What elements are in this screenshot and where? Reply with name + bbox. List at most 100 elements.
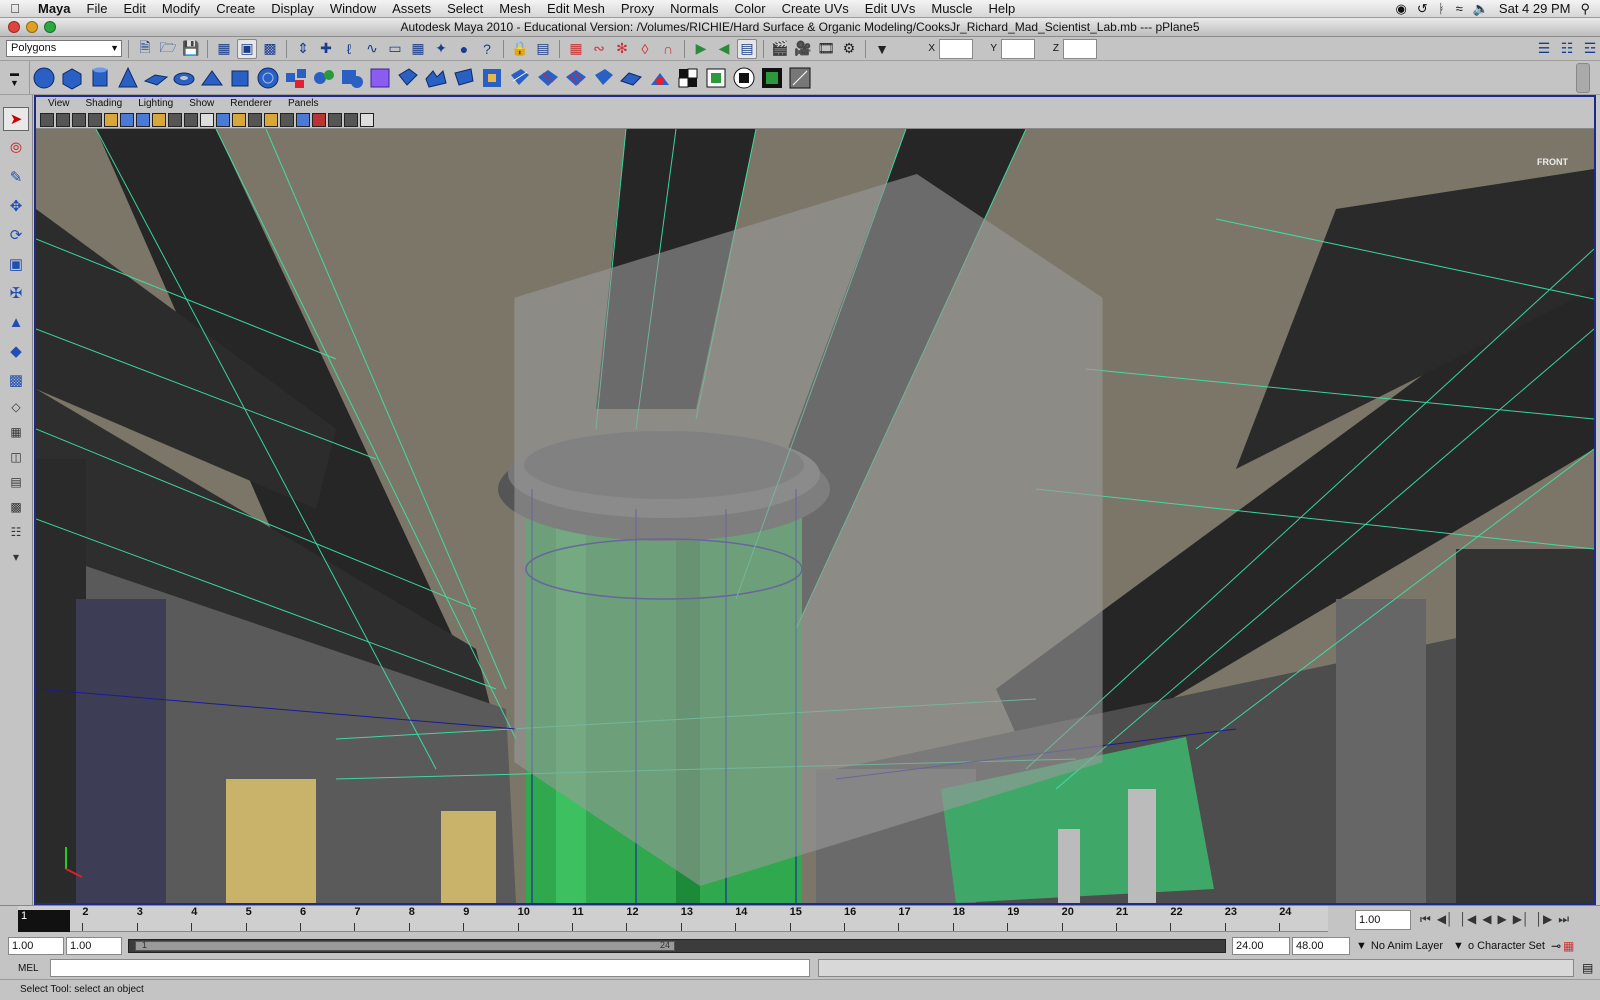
smooth-proxy-icon[interactable] [367,65,393,91]
x-field[interactable] [939,38,973,59]
menu-app-name[interactable]: Maya [30,0,79,18]
play-backwards-icon[interactable]: ◀ [1482,912,1491,927]
move-tool-icon[interactable]: ✥ [3,194,29,218]
poly-cone-icon[interactable] [115,65,141,91]
character-set-dropdown[interactable]: ▼ o Character Set [1449,937,1549,955]
menu-mesh[interactable]: Mesh [491,0,539,18]
step-forward-frame-icon[interactable]: │▶ [1535,912,1552,927]
poly-torus-icon[interactable] [171,65,197,91]
wedge-icon[interactable] [619,65,645,91]
handle-mask-icon[interactable]: ✚ [316,39,336,59]
playback-end-field[interactable]: 24.00 [1232,937,1290,955]
z-field[interactable] [1063,38,1097,59]
new-scene-icon[interactable]: 🗎 [135,39,155,59]
mel-command-input[interactable] [50,959,810,977]
uv-texture-editor-icon[interactable] [787,65,813,91]
anim-layer-dropdown[interactable]: ▼ No Anim Layer [1352,937,1447,955]
save-scene-icon[interactable]: 💾 [181,39,201,59]
cylindrical-map-icon[interactable] [731,65,757,91]
menu-select[interactable]: Select [439,0,491,18]
camera-attributes-icon[interactable] [56,112,70,127]
attribute-editor-toggle-icon[interactable]: ☰ [1534,39,1554,59]
last-used-tool-icon[interactable]: ▩ [3,368,29,392]
menu-edit-uvs[interactable]: Edit UVs [857,0,924,18]
ipr-render-icon[interactable]: 🎞 [816,39,836,59]
viewcube-label[interactable]: FRONT [1537,157,1568,167]
selection-mask-icon[interactable]: ⇕ [293,39,313,59]
channel-box-toggle-icon[interactable]: ☲ [1580,39,1600,59]
four-view-layout-icon[interactable]: ▦ [3,422,29,442]
panel-menu-shading[interactable]: Shading [86,97,123,111]
script-editor-icon[interactable]: ▤ [1582,961,1593,975]
poly-cylinder-icon[interactable] [87,65,113,91]
input-field-mode-icon[interactable]: ▼ [872,39,892,59]
resolution-gate-icon[interactable] [136,112,150,127]
range-handle[interactable]: 1 24 [135,940,675,951]
high-quality-rendering-icon[interactable] [344,112,358,127]
separate-icon[interactable] [311,65,337,91]
open-scene-icon[interactable]: 🗁 [158,39,178,59]
animation-preferences-icon[interactable]: ▦ [1563,939,1574,953]
deformation-mask-icon[interactable]: ▦ [408,39,428,59]
time-slider-track[interactable]: 2 3 4 5 6 7 8 9 10 11 12 13 14 15 16 17 18 19 20 21 22 23 24 [18,906,1328,932]
soft-modification-tool-icon[interactable]: ▲ [3,310,29,334]
bookmarks-icon[interactable] [72,112,86,127]
animation-end-field[interactable]: 48.00 [1292,937,1350,955]
minimize-window-icon[interactable] [26,21,38,33]
rotate-tool-icon[interactable]: ⟳ [3,223,29,247]
select-camera-icon[interactable] [40,112,54,127]
persp-graph-layout-icon[interactable]: ▤ [3,472,29,492]
dynamics-mask-icon[interactable]: ✦ [431,39,451,59]
checker-uv-icon[interactable] [675,65,701,91]
menu-set-dropdown[interactable]: Polygons ▼ [6,40,122,57]
select-by-object-icon[interactable]: ▣ [237,38,257,59]
panel-menu-view[interactable]: View [48,97,70,111]
menu-proxy[interactable]: Proxy [613,0,662,18]
tool-settings-toggle-icon[interactable]: ☷ [1557,39,1577,59]
persp-graph-hypergraph-layout-icon[interactable]: ☷ [3,522,29,542]
poke-face-icon[interactable] [647,65,673,91]
bluetooth-icon[interactable]: ᛓ [1438,1,1446,16]
panel-menu-lighting[interactable]: Lighting [138,97,173,111]
textured-icon[interactable] [248,112,262,127]
lasso-tool-icon[interactable]: ⦾ [3,136,29,160]
menu-edit[interactable]: Edit [115,0,153,18]
wireframe-on-shaded-icon[interactable] [232,112,246,127]
perspective-outliner-layout-icon[interactable]: ◫ [3,447,29,467]
split-polygon-icon[interactable] [507,65,533,91]
poly-plane-icon[interactable] [143,65,169,91]
step-back-frame-icon[interactable]: ◀│ [1437,912,1454,927]
append-to-polygon-icon[interactable] [451,65,477,91]
y-field[interactable] [1001,38,1035,59]
offset-edge-loop-icon[interactable] [563,65,589,91]
xray-icon[interactable] [296,112,310,127]
safe-action-icon[interactable] [184,112,198,127]
current-time-field[interactable]: 1.00 [1355,910,1411,930]
planar-map-icon[interactable] [703,65,729,91]
snap-to-point-icon[interactable]: ✻ [612,39,632,59]
highlight-selection-icon[interactable]: ▤ [533,39,553,59]
menu-create[interactable]: Create [208,0,263,18]
automatic-map-icon[interactable] [759,65,785,91]
bevel-icon[interactable] [591,65,617,91]
surface-mask-icon[interactable]: ▭ [385,39,405,59]
menu-window[interactable]: Window [322,0,384,18]
gate-mask-icon[interactable] [152,112,166,127]
menu-normals[interactable]: Normals [662,0,726,18]
zoom-window-icon[interactable] [44,21,56,33]
misc-mask-icon[interactable]: ? [477,39,497,59]
shadows-icon[interactable] [280,112,294,127]
menu-assets[interactable]: Assets [384,0,439,18]
bridge-icon[interactable] [423,65,449,91]
insert-edge-loop-icon[interactable] [535,65,561,91]
menu-muscle[interactable]: Muscle [923,0,980,18]
menubar-clock[interactable]: Sat 4 29 PM [1499,1,1571,16]
field-chart-icon[interactable] [168,112,182,127]
render-frame-icon[interactable]: 🎥 [793,39,813,59]
step-back-key-icon[interactable]: │◀ [1460,912,1477,927]
menu-modify[interactable]: Modify [154,0,208,18]
viewport-3d[interactable]: FRONT [36,129,1594,903]
wifi-icon[interactable]: ≈ [1456,1,1463,16]
menu-edit-mesh[interactable]: Edit Mesh [539,0,613,18]
joint-mask-icon[interactable]: ℓ [339,39,359,59]
